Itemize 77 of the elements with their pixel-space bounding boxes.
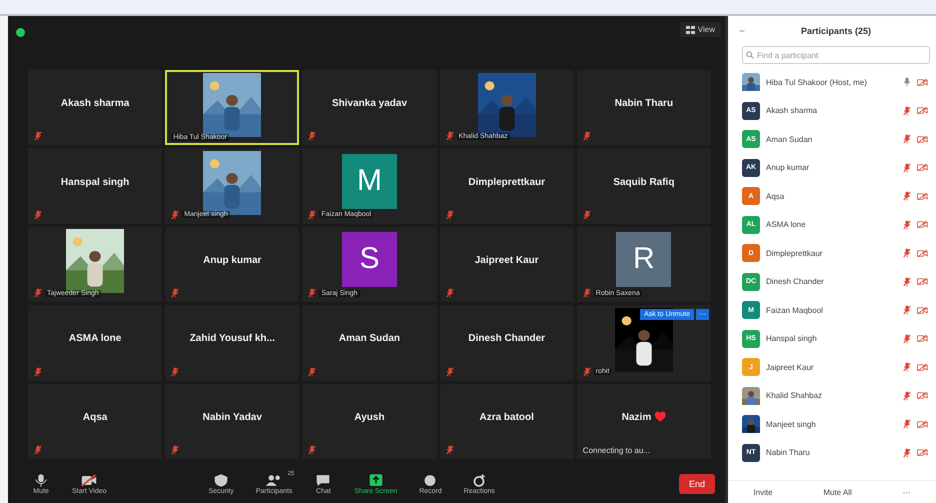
shield-icon bbox=[212, 473, 230, 488]
panel-title: Participants (25) bbox=[800, 26, 872, 36]
avatar-tile: M bbox=[342, 154, 397, 209]
mic-muted-icon[interactable] bbox=[903, 390, 911, 401]
participant-name: Nabin Tharu bbox=[766, 448, 811, 458]
participant-name: Anup kumar bbox=[203, 254, 262, 266]
mic-muted-icon[interactable] bbox=[903, 448, 911, 458]
mic-muted-icon[interactable] bbox=[903, 276, 911, 287]
participant-name: Dimpleprettkaur bbox=[766, 248, 824, 258]
video-off-icon[interactable] bbox=[917, 248, 928, 258]
participant-name: Nazim ♥ bbox=[622, 411, 666, 424]
participant-name: Hanspal singh bbox=[60, 176, 130, 188]
participant-name: Zahid Yousuf kh... bbox=[190, 333, 275, 344]
video-off-icon[interactable] bbox=[917, 448, 928, 458]
mic-muted-icon[interactable] bbox=[903, 220, 911, 230]
video-off-icon[interactable] bbox=[917, 306, 928, 315]
participant-name: Azra batool bbox=[479, 412, 534, 423]
mic-muted-icon[interactable] bbox=[903, 419, 911, 430]
share-screen-icon bbox=[366, 473, 385, 488]
mic-muted-icon[interactable] bbox=[903, 191, 911, 202]
participant-name: Hiba Tul Shakoor (Host, me) bbox=[766, 78, 868, 87]
video-camera-off-icon bbox=[80, 473, 98, 488]
video-off-icon[interactable] bbox=[917, 420, 928, 429]
mic-icon[interactable] bbox=[903, 77, 911, 88]
participant-name: Akash sharma bbox=[60, 98, 130, 110]
video-off-icon[interactable] bbox=[917, 106, 928, 116]
participant-row[interactable]: Hiba Tul Shakoor (Host, me) bbox=[742, 68, 936, 96]
video-off-icon[interactable] bbox=[917, 192, 928, 201]
participant-name: Jaipreet Kaur bbox=[474, 254, 539, 266]
participant-name: Dinesh Chander bbox=[766, 277, 825, 286]
mic-muted-icon[interactable] bbox=[903, 248, 911, 258]
avatar-tile: R bbox=[616, 232, 672, 287]
participant-name: Akash sharma bbox=[766, 106, 818, 116]
connecting-status: Connecting to au... bbox=[582, 446, 650, 455]
participant-name: Manjeet singh bbox=[766, 420, 817, 429]
participant-name: Jaipreet Kaur bbox=[766, 362, 815, 372]
participant-name: Khalid Shahbaz bbox=[766, 391, 824, 400]
video-off-icon[interactable] bbox=[917, 334, 928, 344]
end-button[interactable]: End bbox=[678, 474, 715, 494]
mic-muted-icon[interactable] bbox=[903, 162, 911, 173]
participant-name: Shivanka yadav bbox=[332, 98, 408, 110]
participant-name: Dinesh Chander bbox=[468, 333, 546, 344]
participant-name: Aqsa bbox=[766, 192, 786, 201]
participant-row[interactable]: Khalid Shahbaz bbox=[742, 382, 936, 410]
search-icon bbox=[746, 51, 754, 59]
participant-name: Saquib Rafiq bbox=[613, 176, 674, 188]
mic-muted-icon[interactable] bbox=[903, 106, 911, 116]
participant-name: Hanspal singh bbox=[766, 334, 818, 344]
view-button[interactable]: View bbox=[680, 22, 721, 37]
participant-name: Nabin Yadav bbox=[202, 412, 262, 423]
participant-name: Aman Sudan bbox=[766, 134, 814, 144]
participant-name: ASMA lone bbox=[68, 333, 122, 344]
participant-name: Faizan Maqbool bbox=[766, 306, 824, 315]
search-field[interactable]: Find a participant bbox=[742, 46, 930, 64]
video-off-icon[interactable] bbox=[917, 391, 928, 400]
mic-muted-icon[interactable] bbox=[903, 362, 911, 372]
grid-icon bbox=[686, 26, 695, 34]
participant-name: ASMA lone bbox=[766, 220, 807, 230]
participant-name: Dimpleprettkaur bbox=[468, 176, 546, 188]
video-off-icon[interactable] bbox=[917, 220, 928, 230]
security-badge-icon bbox=[16, 28, 25, 37]
video-off-icon[interactable] bbox=[917, 362, 928, 372]
video-off-icon[interactable] bbox=[917, 163, 928, 172]
participant-name: Aqsa bbox=[82, 412, 108, 423]
participant-name: Anup kumar bbox=[766, 163, 810, 172]
video-off-icon[interactable] bbox=[917, 134, 928, 144]
avatar-tile: S bbox=[342, 232, 397, 287]
video-off-icon[interactable] bbox=[917, 78, 928, 87]
speech-bubble-icon bbox=[314, 473, 332, 488]
participant-name: Ayush bbox=[354, 412, 385, 423]
participant-row[interactable]: Manjeet singh bbox=[742, 410, 936, 438]
participant-name: Nabin Tharu bbox=[614, 98, 674, 110]
participant-name: Aman Sudan bbox=[338, 333, 400, 344]
mic-muted-icon[interactable] bbox=[903, 134, 911, 144]
video-off-icon[interactable] bbox=[917, 277, 928, 286]
mic-muted-icon[interactable] bbox=[903, 305, 911, 316]
mic-muted-icon[interactable] bbox=[903, 334, 911, 344]
